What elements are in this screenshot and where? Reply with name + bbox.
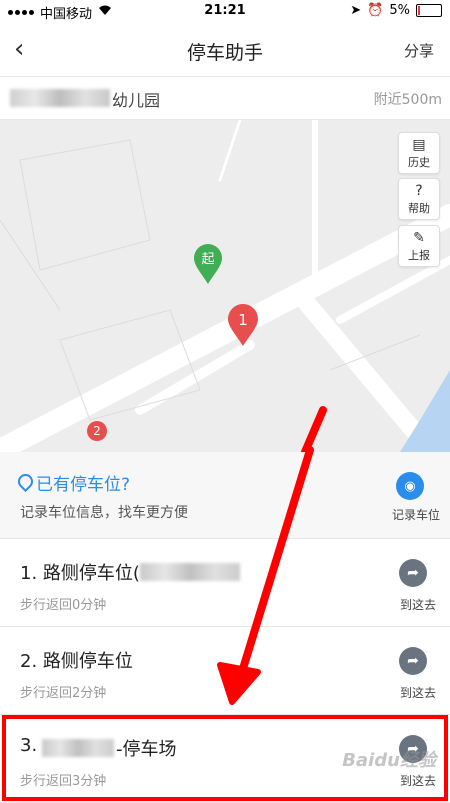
map-view[interactable]: ▤ 历史 ? 帮助 ✎ 上报 起 1 2 [0, 120, 450, 452]
battery-icon [416, 4, 442, 17]
annotation-arrow-icon [217, 446, 314, 705]
alarm-icon: ⏰ [367, 3, 384, 18]
battery-percent: 5% [389, 3, 410, 18]
destination-name: 幼儿园 [112, 91, 161, 110]
status-right: ➤ ⏰ 5% [350, 3, 442, 18]
status-bar: 中国移动 21:21 ➤ ⏰ 5% [0, 0, 450, 24]
annotation-arrow-icon [301, 406, 327, 452]
nav-bar: ‹ 停车助手 分享 [0, 24, 450, 77]
destination-distance: 附近500m [373, 92, 442, 108]
watermark: Baidu经验 [342, 750, 436, 771]
share-button[interactable]: 分享 [404, 40, 434, 61]
location-arrow-icon: ➤ [350, 3, 362, 18]
blurred-text [10, 89, 110, 107]
page-title: 停车助手 [186, 42, 263, 64]
destination-row[interactable]: 幼儿园 附近500m [0, 77, 450, 120]
